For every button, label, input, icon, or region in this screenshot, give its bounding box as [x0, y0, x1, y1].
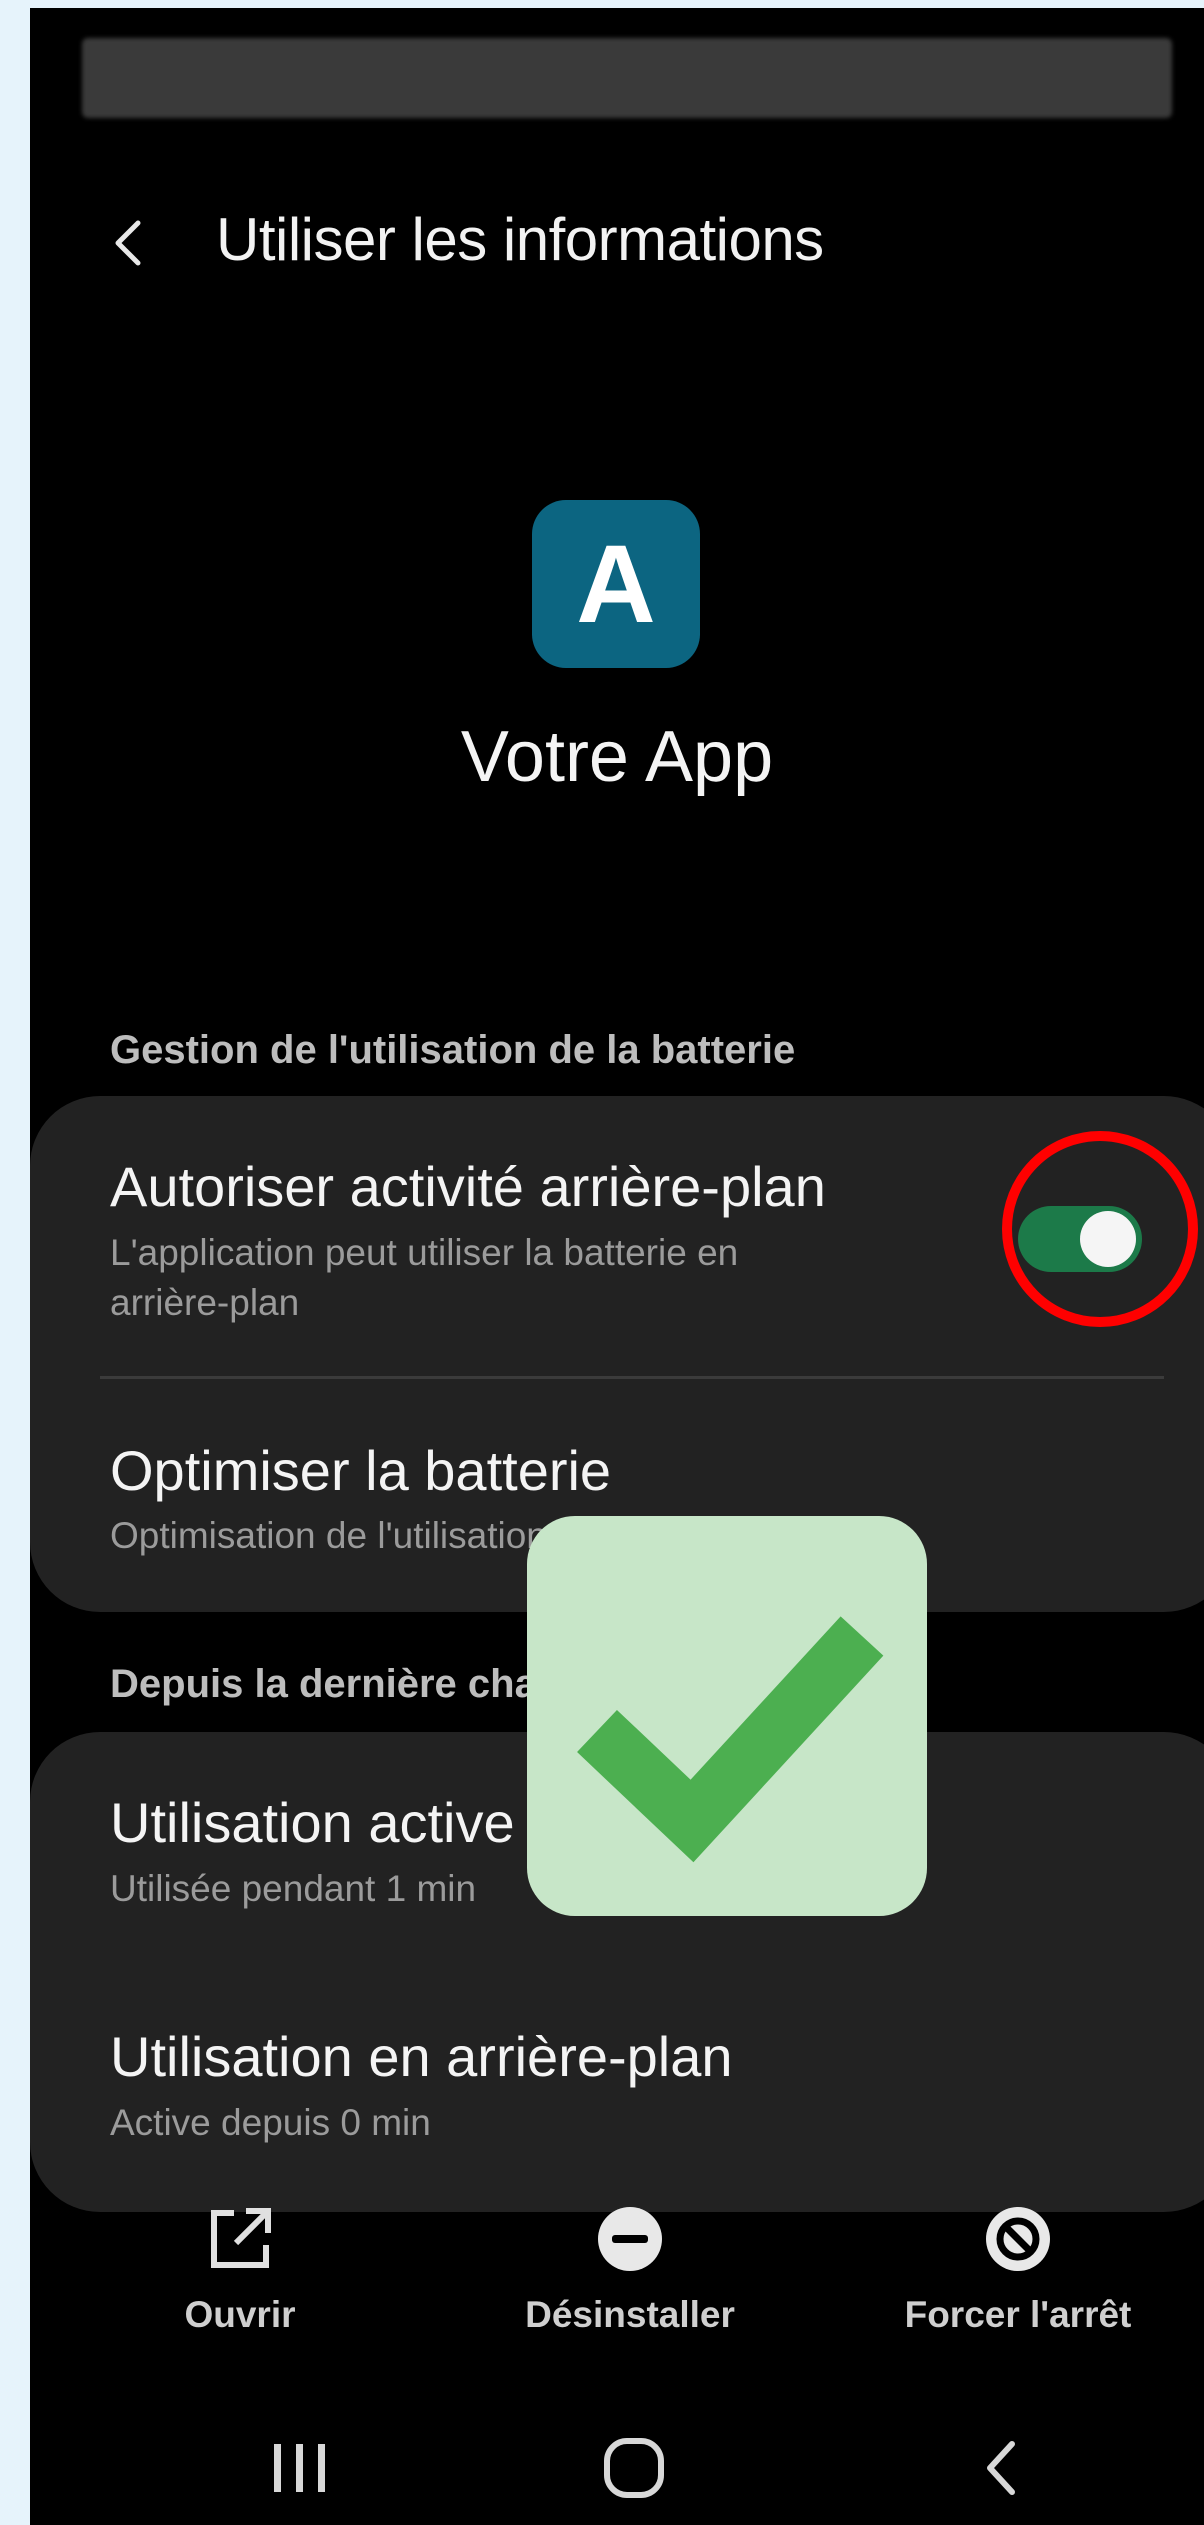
open-button[interactable]: Ouvrir — [90, 2198, 390, 2336]
phone-screen: Utiliser les informations A Votre App Ge… — [30, 8, 1204, 2525]
open-label: Ouvrir — [184, 2294, 296, 2335]
recents-icon — [274, 2444, 325, 2492]
background-activity-subtitle-line2: arrière-plan — [110, 1282, 300, 1323]
battery-section-label: Gestion de l'utilisation de la batterie — [110, 1028, 796, 1072]
home-icon — [604, 2438, 664, 2498]
app-icon-letter: A — [576, 522, 656, 646]
background-use-title: Utilisation en arrière-plan — [110, 2025, 733, 2088]
background-use-subtitle: Active depuis 0 min — [110, 2102, 431, 2143]
back-button[interactable] — [100, 213, 160, 273]
block-icon — [986, 2207, 1050, 2271]
back-icon — [987, 2441, 1015, 2495]
top-app-bar: Utiliser les informations — [30, 183, 1204, 303]
checkmark-badge — [527, 1516, 927, 1916]
force-stop-label: Forcer l'arrêt — [904, 2294, 1132, 2335]
app-icon: A — [532, 500, 700, 668]
active-use-subtitle: Utilisée pendant 1 min — [110, 1868, 477, 1909]
background-activity-title: Autoriser activité arrière-plan — [110, 1155, 826, 1218]
system-nav-bar — [30, 2418, 1204, 2518]
nav-back-button[interactable] — [942, 2418, 1062, 2518]
minus-circle-icon — [598, 2207, 662, 2271]
page-title: Utiliser les informations — [216, 206, 824, 273]
toggle-highlight-circle — [1002, 1131, 1198, 1327]
active-use-title: Utilisation active — [110, 1791, 515, 1854]
open-external-icon — [211, 2208, 271, 2268]
force-stop-button[interactable]: Forcer l'arrêt — [868, 2198, 1168, 2336]
status-bar — [82, 38, 1172, 118]
chevron-left-icon — [115, 220, 141, 266]
app-name: Votre App — [460, 717, 774, 797]
home-button[interactable] — [574, 2418, 694, 2518]
optimize-battery-title: Optimiser la batterie — [110, 1439, 612, 1502]
uninstall-button[interactable]: Désinstaller — [480, 2198, 780, 2336]
bottom-action-bar: Ouvrir Désinstaller Forcer l'arrêt — [30, 2198, 1204, 2358]
recents-button[interactable] — [240, 2418, 360, 2518]
checkmark-icon — [577, 1616, 884, 1863]
background-activity-subtitle-line1: L'application peut utiliser la batterie … — [110, 1232, 739, 1273]
uninstall-label: Désinstaller — [525, 2294, 735, 2335]
divider — [100, 1376, 1164, 1379]
